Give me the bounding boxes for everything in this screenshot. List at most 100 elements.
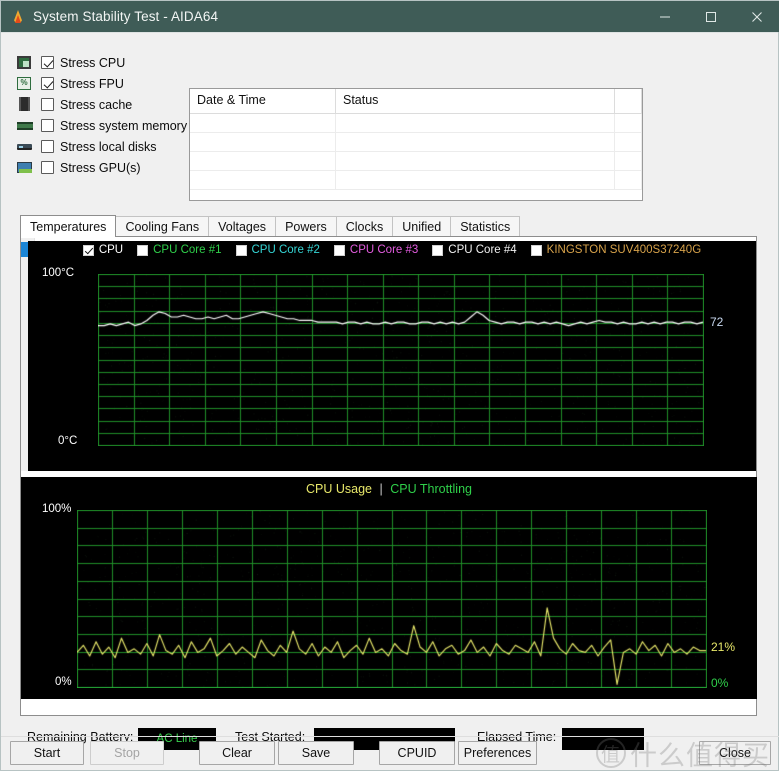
tab-powers[interactable]: Powers (275, 216, 337, 237)
tab-voltages[interactable]: Voltages (208, 216, 276, 237)
gpu-monitor-icon (17, 160, 33, 175)
tab-unified[interactable]: Unified (392, 216, 451, 237)
save-button-label: Save (302, 746, 331, 760)
legend-checkbox[interactable] (531, 245, 542, 256)
legend-checkbox[interactable] (432, 245, 443, 256)
table-row[interactable] (190, 133, 642, 152)
button-bar: Start Stop Clear Save CPUID Preferences … (1, 736, 779, 771)
tab-cooling-fans[interactable]: Cooling Fans (115, 216, 209, 237)
stress-cpu-label: Stress CPU (60, 56, 125, 70)
temperature-chart-legend: CPU CPU Core #1 CPU Core #2 CPU Core #3 … (28, 244, 756, 256)
stop-button-label: Stop (114, 746, 140, 760)
legend-checkbox[interactable] (83, 245, 94, 256)
stress-option-fpu[interactable]: % Stress FPU (17, 74, 195, 94)
stress-local-disks-checkbox[interactable] (41, 140, 54, 153)
tab-statistics[interactable]: Statistics (450, 216, 520, 237)
stress-option-gpus[interactable]: Stress GPU(s) (17, 158, 195, 178)
close-button-label: Close (719, 746, 751, 760)
start-button[interactable]: Start (10, 741, 84, 765)
temperature-axis-bottom-label: 0°C (58, 435, 77, 447)
temperature-plot-area (98, 274, 704, 446)
event-log-rows (190, 114, 642, 190)
stress-system-memory-checkbox[interactable] (41, 119, 54, 132)
title-bar: System Stability Test - AIDA64 (1, 1, 779, 32)
memory-module-icon (17, 118, 33, 133)
table-row[interactable] (190, 152, 642, 171)
tab-label: Unified (402, 220, 441, 234)
cpu-usage-title-label: CPU Usage (306, 482, 372, 496)
stress-option-local-disks[interactable]: Stress local disks (17, 137, 195, 157)
legend-label: CPU (99, 244, 123, 256)
tab-clocks[interactable]: Clocks (336, 216, 394, 237)
stress-cache-checkbox[interactable] (41, 98, 54, 111)
legend-item-cpu-core-1[interactable]: CPU Core #1 (137, 244, 221, 256)
title-separator: | (380, 482, 383, 496)
stress-gpus-checkbox[interactable] (41, 161, 54, 174)
stress-cache-label: Stress cache (60, 98, 132, 112)
table-row[interactable] (190, 171, 642, 190)
minimize-icon[interactable] (642, 1, 688, 32)
legend-item-cpu-core-4[interactable]: CPU Core #4 (432, 244, 516, 256)
column-header-status[interactable]: Status (336, 89, 615, 114)
cpu-usage-chart-panel: CPU Usage | CPU Throttling 100% 0% 21% 0… (21, 477, 757, 699)
cache-icon (17, 97, 33, 112)
column-header-spacer[interactable] (615, 89, 642, 114)
stress-fpu-checkbox[interactable] (41, 77, 54, 90)
legend-item-cpu-core-3[interactable]: CPU Core #3 (334, 244, 418, 256)
preferences-button[interactable]: Preferences (458, 741, 537, 765)
clear-button-label: Clear (222, 746, 252, 760)
temperature-axis-top-label: 100°C (42, 267, 74, 279)
tab-label: Powers (285, 220, 327, 234)
legend-item-cpu[interactable]: CPU (83, 244, 123, 256)
cpu-usage-chart-title: CPU Usage | CPU Throttling (21, 482, 757, 496)
cpu-throttling-title-label: CPU Throttling (390, 482, 472, 496)
cpu-usage-current-value: 21% (711, 640, 735, 654)
preferences-button-label: Preferences (464, 746, 531, 760)
window-title: System Stability Test - AIDA64 (33, 9, 218, 24)
stress-option-system-memory[interactable]: Stress system memory (17, 116, 195, 136)
tab-temperatures[interactable]: Temperatures (20, 215, 116, 237)
legend-item-kingston-ssd[interactable]: KINGSTON SUV400S37240G (531, 244, 701, 256)
stress-option-cache[interactable]: Stress cache (17, 95, 195, 115)
clear-button[interactable]: Clear (199, 741, 275, 765)
cpu-throttling-current-value: 0% (711, 676, 728, 690)
save-button[interactable]: Save (278, 741, 354, 765)
stress-option-cpu[interactable]: Stress CPU (17, 53, 195, 73)
stress-local-disks-label: Stress local disks (60, 140, 157, 154)
tab-label: Cooling Fans (125, 220, 199, 234)
stop-button[interactable]: Stop (90, 741, 164, 765)
window-controls (642, 1, 779, 32)
close-button[interactable]: Close (699, 741, 771, 765)
aida64-stability-test-window: System Stability Test - AIDA64 Stress CP… (0, 0, 779, 771)
close-icon[interactable] (734, 1, 779, 32)
legend-label: CPU Core #3 (350, 244, 418, 256)
table-row[interactable] (190, 114, 642, 133)
cpu-usage-plot-area (77, 510, 707, 688)
tab-label: Statistics (460, 220, 510, 234)
temperature-chart-panel: CPU CPU Core #1 CPU Core #2 CPU Core #3 … (28, 241, 756, 471)
usage-axis-top-label: 100% (42, 503, 71, 515)
maximize-icon[interactable] (688, 1, 734, 32)
tab-strip: Temperatures Cooling Fans Voltages Power… (20, 215, 757, 237)
cpuid-button-label: CPUID (398, 746, 437, 760)
stress-system-memory-label: Stress system memory (60, 119, 187, 133)
stress-fpu-label: Stress FPU (60, 77, 124, 91)
legend-item-cpu-core-2[interactable]: CPU Core #2 (236, 244, 320, 256)
event-log-grid[interactable]: Date & Time Status (189, 88, 643, 201)
flame-icon (10, 9, 26, 25)
legend-checkbox[interactable] (236, 245, 247, 256)
cpuid-button[interactable]: CPUID (379, 741, 455, 765)
stress-options-list: Stress CPU % Stress FPU Stress cache Str… (17, 53, 195, 179)
legend-label: CPU Core #2 (252, 244, 320, 256)
client-area: Stress CPU % Stress FPU Stress cache Str… (1, 32, 778, 770)
legend-label: CPU Core #4 (448, 244, 516, 256)
column-header-date-time[interactable]: Date & Time (190, 89, 336, 114)
legend-label: KINGSTON SUV400S37240G (547, 244, 701, 256)
temperature-current-value: 72 (710, 315, 723, 329)
usage-axis-bottom-label: 0% (55, 676, 72, 688)
cpu-chip-icon (17, 55, 33, 70)
legend-checkbox[interactable] (137, 245, 148, 256)
legend-checkbox[interactable] (334, 245, 345, 256)
stress-cpu-checkbox[interactable] (41, 56, 54, 69)
hard-disk-icon (17, 139, 33, 154)
